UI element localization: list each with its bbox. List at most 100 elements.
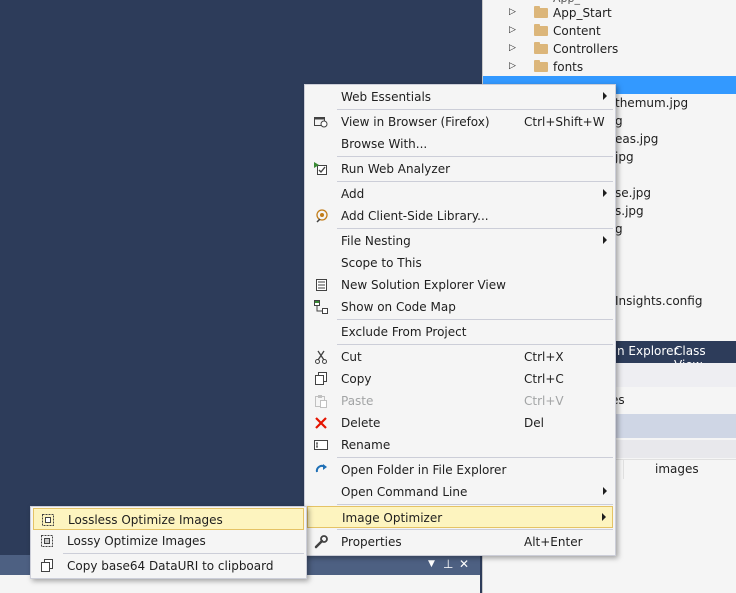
file-item[interactable]: se.jpg [615, 184, 651, 202]
menu-item-lossless-optimize-images[interactable]: Lossless Optimize Images [33, 508, 304, 530]
tab-solution-explorer[interactable]: n Explorer [617, 344, 678, 358]
submenu-arrow-icon [603, 189, 607, 197]
submenu-arrow-icon [603, 236, 607, 244]
column-divider [623, 459, 624, 479]
menu-separator [337, 319, 613, 320]
file-item[interactable]: g [615, 112, 623, 130]
tree-item-fonts[interactable]: ▷ fonts [483, 59, 736, 77]
pin-icon[interactable]: ⊥ [443, 557, 453, 571]
copy-icon [39, 558, 55, 574]
file-item[interactable]: themum.jpg [615, 94, 688, 112]
new-view-icon [313, 277, 329, 293]
menu-item-open-command-line[interactable]: Open Command Line [307, 481, 613, 503]
menu-item-label: Add [341, 187, 365, 201]
context-menu: Web Essentials View in Browser (Firefox)… [304, 84, 616, 556]
tree-item-label: Controllers [553, 42, 619, 56]
folder-icon [534, 60, 548, 72]
tree-item-app-start[interactable]: ▷ App_Start [483, 5, 736, 23]
menu-item-label: Web Essentials [341, 90, 432, 104]
menu-item-label: Open Command Line [341, 485, 468, 499]
property-value: images [655, 462, 699, 476]
menu-item-label: Lossy Optimize Images [67, 534, 206, 548]
menu-item-label: Show on Code Map [341, 300, 456, 314]
menu-item-web-essentials[interactable]: Web Essentials [307, 86, 613, 108]
menu-item-delete[interactable]: Delete Del [307, 412, 613, 434]
image-optimizer-submenu: Lossless Optimize Images Lossy Optimize … [30, 506, 307, 579]
menu-item-exclude-from-project[interactable]: Exclude From Project [307, 321, 613, 343]
tree-item-content[interactable]: ▷ Content [483, 23, 736, 41]
menu-item-file-nesting[interactable]: File Nesting [307, 230, 613, 252]
menu-item-run-web-analyzer[interactable]: Run Web Analyzer [307, 158, 613, 180]
library-icon [313, 208, 329, 224]
menu-separator [337, 504, 613, 505]
file-item[interactable]: g [615, 220, 623, 238]
menu-separator [337, 228, 613, 229]
analyzer-icon [313, 161, 329, 177]
menu-item-scope-to-this[interactable]: Scope to This [307, 252, 613, 274]
menu-item-label: New Solution Explorer View [341, 278, 506, 292]
folder-icon [534, 6, 548, 18]
code-map-icon [313, 299, 329, 315]
menu-item-view-in-browser[interactable]: View in Browser (Firefox) Ctrl+Shift+W [307, 111, 613, 133]
menu-item-label: Copy base64 DataURI to clipboard [67, 559, 274, 573]
menu-item-lossy-optimize-images[interactable]: Lossy Optimize Images [33, 530, 304, 552]
menu-item-image-optimizer[interactable]: Image Optimizer [307, 506, 613, 528]
menu-item-open-folder-in-file-explorer[interactable]: Open Folder in File Explorer [307, 459, 613, 481]
folder-icon [534, 24, 548, 36]
menu-item-rename[interactable]: Rename [307, 434, 613, 456]
file-item[interactable]: eas.jpg [615, 130, 658, 148]
menu-item-label: Open Folder in File Explorer [341, 463, 507, 477]
menu-item-copy[interactable]: Copy Ctrl+C [307, 368, 613, 390]
menu-separator [337, 529, 613, 530]
expand-triangle-icon[interactable]: ▷ [509, 7, 516, 17]
menu-item-browse-with[interactable]: Browse With... [307, 133, 613, 155]
menu-item-paste: Paste Ctrl+V [307, 390, 613, 412]
menu-item-new-solution-explorer-view[interactable]: New Solution Explorer View [307, 274, 613, 296]
menu-item-label: Image Optimizer [342, 511, 443, 525]
menu-item-properties[interactable]: Properties Alt+Enter [307, 531, 613, 553]
scissors-icon [313, 349, 329, 365]
tree-item-label: fonts [553, 60, 584, 74]
expand-triangle-icon[interactable]: ▷ [509, 43, 516, 53]
menu-item-label: Run Web Analyzer [341, 162, 451, 176]
dropdown-icon[interactable]: ▼ [428, 559, 435, 569]
expand-triangle-icon[interactable]: ▷ [509, 25, 516, 35]
close-icon[interactable]: ✕ [459, 557, 469, 571]
menu-separator [337, 156, 613, 157]
menu-item-label: Exclude From Project [341, 325, 467, 339]
wrench-icon [313, 534, 329, 550]
menu-item-label: Cut [341, 350, 362, 364]
menu-separator [337, 344, 613, 345]
menu-item-show-on-code-map[interactable]: Show on Code Map [307, 296, 613, 318]
file-item[interactable]: s.jpg [615, 202, 644, 220]
menu-item-shortcut: Del [524, 416, 544, 430]
menu-item-label: Properties [341, 535, 402, 549]
menu-item-add[interactable]: Add [307, 183, 613, 205]
menu-item-cut[interactable]: Cut Ctrl+X [307, 346, 613, 368]
menu-separator [337, 457, 613, 458]
menu-item-shortcut: Ctrl+Shift+W [524, 115, 605, 129]
menu-item-label: File Nesting [341, 234, 411, 248]
paste-icon [313, 393, 329, 409]
menu-item-shortcut: Alt+Enter [524, 535, 583, 549]
clipped-tree-row: App_ [553, 0, 580, 5]
menu-separator [337, 181, 613, 182]
copy-icon [313, 371, 329, 387]
file-item[interactable]: jpg [615, 148, 634, 166]
menu-item-label: Scope to This [341, 256, 422, 270]
expand-triangle-icon[interactable]: ▷ [509, 61, 516, 71]
tree-item-controllers[interactable]: ▷ Controllers [483, 41, 736, 59]
submenu-arrow-icon [602, 513, 606, 521]
file-item-config[interactable]: Insights.config [615, 292, 702, 310]
browser-icon [313, 114, 329, 130]
menu-item-label: View in Browser (Firefox) [341, 115, 490, 129]
menu-item-add-client-side-library[interactable]: Add Client-Side Library... [307, 205, 613, 227]
menu-separator [63, 553, 304, 554]
menu-item-copy-base64-datauri[interactable]: Copy base64 DataURI to clipboard [33, 555, 304, 577]
refresh-arrow-icon [313, 462, 329, 478]
menu-item-label: Add Client-Side Library... [341, 209, 489, 223]
lossy-icon [39, 533, 55, 549]
menu-item-shortcut: Ctrl+C [524, 372, 564, 386]
rename-icon [313, 437, 329, 453]
delete-icon [313, 415, 329, 431]
